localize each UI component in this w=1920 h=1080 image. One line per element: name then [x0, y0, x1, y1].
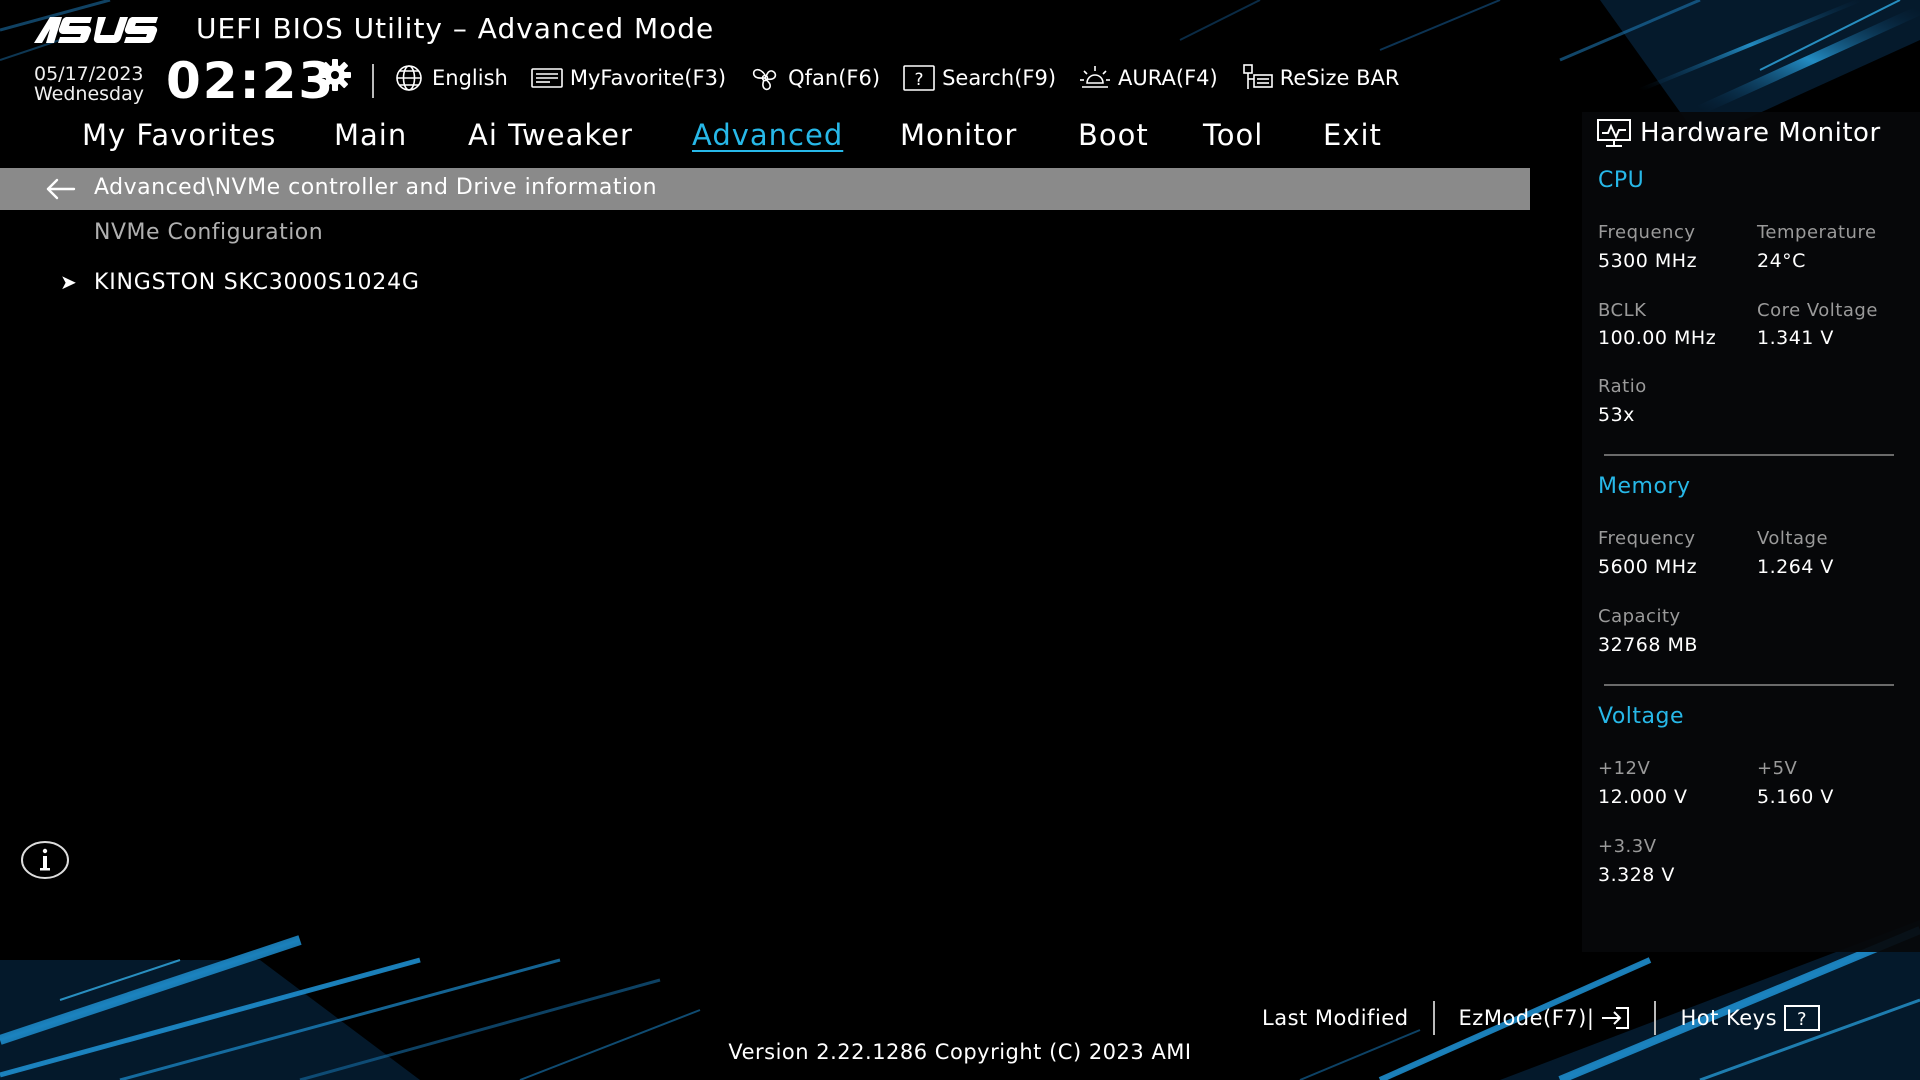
hot-keys-label: Hot Keys — [1680, 1006, 1778, 1030]
hardware-monitor-title: Hardware Monitor — [1640, 118, 1881, 148]
resize-bar-label: ReSize BAR — [1279, 66, 1400, 90]
cpu-bclk-label: BCLK — [1598, 300, 1647, 321]
voltage-section-title: Voltage — [1598, 704, 1685, 729]
date-display: 05/17/2023 Wednesday — [34, 64, 156, 104]
date-text: 05/17/2023 — [34, 63, 144, 85]
tab-advanced[interactable]: Advanced — [692, 118, 843, 152]
voltage-3v3-label: +3.3V — [1598, 836, 1657, 857]
voltage-5v-value: 5.160 V — [1757, 786, 1834, 808]
header: UEFI BIOS Utility – Advanced Mode 05/17/… — [0, 0, 1920, 112]
chevron-right-icon: ➤ — [60, 270, 77, 294]
cpu-frequency-value: 5300 MHz — [1598, 250, 1698, 272]
aura-icon — [1080, 66, 1111, 88]
tab-my-favorites[interactable]: My Favorites — [82, 118, 276, 152]
hardware-monitor-panel: Hardware Monitor CPU Frequency 5300 MHz … — [1582, 112, 1920, 952]
voltage-12v-value: 12.000 V — [1598, 786, 1688, 808]
help-icon: ? — [1784, 1005, 1821, 1031]
myfavorite-label: MyFavorite(F3) — [569, 66, 727, 90]
main-tabs: My Favorites Main Ai Tweaker Advanced Mo… — [0, 112, 1600, 168]
myfavorite-button[interactable]: MyFavorite(F3) — [530, 63, 726, 93]
exit-arrow-icon — [1602, 1007, 1630, 1029]
tab-ai-tweaker[interactable]: Ai Tweaker — [468, 118, 633, 152]
memory-voltage-label: Voltage — [1757, 528, 1829, 549]
footer-actions: Last Modified EzMode(F7)| Hot Keys ? — [1262, 1000, 1821, 1036]
footer-divider — [1432, 1001, 1435, 1035]
ezmode-button[interactable]: EzMode(F7)| — [1459, 1005, 1631, 1031]
resize-bar-icon — [1242, 64, 1273, 89]
voltage-12v-label: +12V — [1598, 758, 1651, 779]
search-button[interactable]: ? Search(F9) — [902, 63, 1056, 93]
tab-boot[interactable]: Boot — [1078, 118, 1149, 152]
monitor-icon — [1597, 119, 1631, 147]
search-icon: ? — [903, 65, 935, 91]
weekday-text: Wednesday — [34, 83, 145, 105]
breadcrumb: Advanced\NVMe controller and Drive infor… — [0, 168, 1530, 210]
qfan-label: Qfan(F6) — [788, 66, 881, 90]
cpu-core-voltage-value: 1.341 V — [1757, 327, 1834, 349]
tab-exit[interactable]: Exit — [1323, 118, 1382, 152]
svg-text:?: ? — [915, 70, 924, 90]
memory-voltage-value: 1.264 V — [1757, 556, 1834, 578]
tab-main[interactable]: Main — [334, 118, 407, 152]
back-arrow-icon[interactable] — [44, 174, 78, 204]
asus-logo — [32, 10, 160, 50]
aura-button[interactable]: AURA(F4) — [1078, 63, 1218, 93]
favorite-icon — [531, 68, 563, 88]
search-label: Search(F9) — [942, 66, 1057, 90]
last-modified-label: Last Modified — [1262, 1006, 1409, 1030]
language-button[interactable]: English — [392, 63, 508, 93]
section-divider — [1604, 454, 1894, 456]
tab-monitor[interactable]: Monitor — [900, 118, 1017, 152]
cpu-frequency-label: Frequency — [1598, 222, 1696, 243]
header-divider — [372, 64, 374, 98]
memory-frequency-label: Frequency — [1598, 528, 1696, 549]
language-label: English — [432, 66, 508, 90]
nvme-configuration-label: NVMe Configuration — [94, 220, 324, 245]
cpu-core-voltage-label: Core Voltage — [1757, 300, 1878, 321]
aura-label: AURA(F4) — [1118, 66, 1218, 90]
memory-section-title: Memory — [1598, 474, 1691, 499]
resize-bar-button[interactable]: ReSize BAR — [1240, 63, 1400, 93]
cpu-bclk-value: 100.00 MHz — [1598, 327, 1717, 349]
clock: 02:23 — [166, 52, 336, 110]
footer-divider — [1654, 1001, 1657, 1035]
gear-icon[interactable] — [318, 58, 352, 92]
toolbar: English MyFavorite(F3) Qfan(F6) ? Search… — [392, 62, 1399, 94]
memory-capacity-value: 32768 MB — [1598, 634, 1698, 656]
tab-tool[interactable]: Tool — [1203, 118, 1263, 152]
cpu-ratio-value: 53x — [1598, 404, 1635, 426]
cpu-temperature-value: 24°C — [1757, 250, 1806, 272]
hot-keys-button[interactable]: Hot Keys ? — [1680, 1004, 1821, 1032]
version-text: Version 2.22.1286 Copyright (C) 2023 AMI — [728, 1040, 1192, 1064]
voltage-3v3-value: 3.328 V — [1598, 864, 1675, 886]
qfan-button[interactable]: Qfan(F6) — [748, 63, 880, 93]
app-title: UEFI BIOS Utility – Advanced Mode — [196, 12, 715, 45]
ezmode-label: EzMode(F7)| — [1458, 1006, 1595, 1030]
cpu-section-title: CPU — [1598, 168, 1645, 193]
list-item-nvme-drive[interactable]: ➤ KINGSTON SKC3000S1024G — [60, 266, 420, 298]
section-divider — [1604, 684, 1894, 686]
memory-frequency-value: 5600 MHz — [1598, 556, 1698, 578]
cpu-ratio-label: Ratio — [1598, 376, 1647, 397]
memory-capacity-label: Capacity — [1598, 606, 1681, 627]
fan-icon — [753, 68, 777, 91]
globe-icon — [396, 65, 422, 91]
info-icon[interactable] — [20, 840, 70, 880]
voltage-5v-label: +5V — [1757, 758, 1798, 779]
asus-logo-icon — [34, 17, 158, 43]
svg-text:?: ? — [1797, 1009, 1807, 1030]
breadcrumb-path: Advanced\NVMe controller and Drive infor… — [94, 175, 658, 200]
drive-name: KINGSTON SKC3000S1024G — [94, 269, 420, 295]
last-modified-button[interactable]: Last Modified — [1262, 1006, 1409, 1030]
hardware-monitor-header: Hardware Monitor — [1596, 118, 1881, 148]
cpu-temperature-label: Temperature — [1757, 222, 1877, 243]
